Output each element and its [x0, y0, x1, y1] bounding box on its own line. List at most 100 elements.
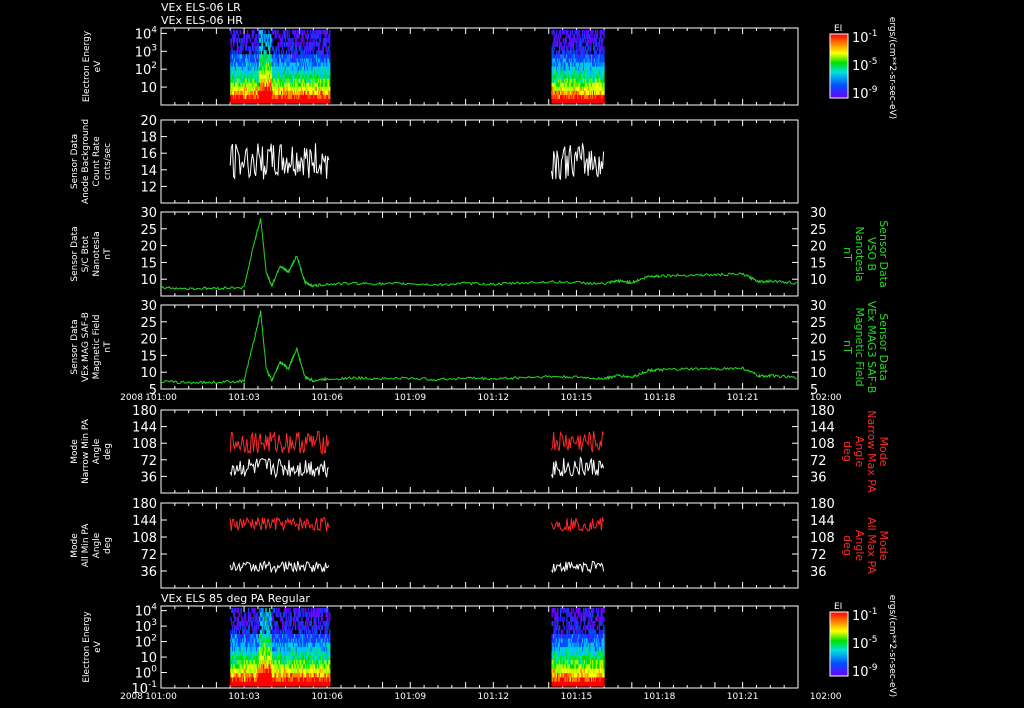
colorbar-label: EI — [834, 24, 842, 34]
heatmap-cell — [278, 629, 280, 635]
y-tick-label: 15 — [140, 256, 157, 271]
heatmap-cell — [595, 38, 598, 43]
y-axis-label-line: Angle — [92, 532, 102, 558]
heatmap-cell — [603, 70, 605, 76]
heatmap-cell — [268, 42, 270, 47]
heatmap-cell — [321, 608, 324, 613]
x-tick-label: 101:09 — [394, 393, 426, 403]
heatmap-cell — [239, 625, 241, 631]
heatmap-cell — [319, 38, 322, 43]
heatmap-cell — [249, 38, 252, 43]
heatmap-cell — [583, 50, 586, 55]
heatmap-cell — [590, 42, 592, 47]
heatmap-cell — [262, 612, 264, 618]
heatmap-cell — [252, 34, 254, 39]
heatmap-cell — [282, 50, 285, 55]
series-line — [551, 143, 605, 180]
heatmap-cell — [233, 621, 235, 626]
panel-frame — [160, 409, 799, 494]
heatmap-cell — [284, 34, 287, 39]
heatmap-cell — [278, 46, 280, 51]
heatmap-cell — [232, 625, 234, 631]
heatmap-cell — [232, 629, 234, 635]
heatmap-cell — [577, 34, 579, 39]
panel-frame — [160, 304, 799, 390]
heatmap-cell — [255, 42, 257, 47]
heatmap-cell — [307, 50, 310, 55]
panel-p2: Sensor DataAnode BackgroundCount Ratecnt… — [70, 114, 799, 204]
heatmap-cell — [590, 38, 592, 43]
heatmap-cell — [312, 50, 314, 55]
y-tick-label: 104 — [135, 25, 158, 42]
heatmap-cell — [563, 46, 565, 51]
heatmap-cell — [275, 629, 277, 635]
y-axis-label-line: All Min PA — [81, 523, 91, 568]
heatmap-cell — [277, 612, 279, 618]
heatmap-cell — [256, 629, 258, 635]
heatmap-cell — [586, 42, 589, 47]
series-line — [229, 457, 329, 479]
heatmap-cell — [265, 50, 267, 55]
heatmap-cell — [253, 616, 255, 622]
heatmap-cell — [553, 34, 555, 39]
heatmap-cell — [277, 625, 279, 631]
heatmap-cell — [231, 46, 233, 51]
heatmap-cell — [233, 42, 235, 47]
heatmap-cell — [576, 50, 578, 55]
heatmap-cell — [275, 625, 277, 631]
heatmap-cell — [281, 629, 283, 635]
heatmap-cell — [240, 612, 242, 618]
heatmap-cell — [329, 62, 331, 67]
heatmap-cell — [552, 50, 554, 55]
heatmap-cell — [573, 34, 576, 39]
heatmap-cell — [237, 625, 240, 631]
heatmap-cell — [234, 34, 237, 39]
heatmap-cell — [263, 46, 265, 51]
heatmap-cell — [316, 38, 318, 43]
heatmap-cell — [321, 616, 324, 622]
y-axis-label-line: Angle — [92, 438, 102, 464]
y-axis-label-line: Sensor Data — [70, 319, 80, 374]
heatmap-cell — [603, 82, 605, 88]
x-tick-label: 101:12 — [478, 393, 510, 403]
heatmap-cell — [299, 46, 301, 51]
heatmap-cell — [559, 34, 562, 39]
series-line — [551, 560, 605, 574]
heatmap-cell — [580, 38, 582, 43]
y-tick-label: 30 — [140, 206, 157, 221]
heatmap-cell — [601, 46, 603, 51]
heatmap-cell — [314, 38, 316, 43]
heatmap-cell — [593, 42, 595, 47]
heatmap-cell — [283, 42, 286, 47]
y-tick-label: 30 — [140, 299, 157, 314]
heatmap-cell — [295, 608, 298, 613]
x-tick-label: 101:03 — [228, 393, 260, 403]
panel-p6: ModeAll Min PAAngledeg ModeAll Max PAAngl… — [70, 497, 890, 589]
heatmap-cell — [281, 46, 284, 51]
y-axis-label-line: Magnetic Field — [92, 315, 102, 380]
heatmap-cell — [595, 50, 598, 55]
heatmap-cell — [300, 608, 302, 613]
series-line — [229, 430, 330, 455]
heatmap-cell — [301, 50, 303, 55]
heatmap-cell — [329, 58, 331, 63]
heatmap-cell — [275, 46, 277, 51]
heatmap-cell — [602, 38, 604, 43]
heatmap-cell — [279, 34, 281, 39]
heatmap-cell — [560, 42, 563, 47]
heatmap-cell — [321, 612, 324, 618]
y-tick-label: 108 — [132, 437, 157, 452]
y-tick-label: 25 — [140, 316, 157, 331]
heatmap-cell — [572, 42, 575, 47]
heatmap-cell — [293, 34, 296, 39]
heatmap-cell — [266, 42, 268, 47]
heatmap-cell — [603, 74, 605, 80]
heatmap-cell — [593, 34, 596, 39]
heatmap-cell — [297, 30, 300, 35]
heatmap-cell — [563, 42, 565, 47]
right-axis-label: ModeAll Max PAAngledeg — [841, 517, 890, 574]
y-axis-label-line: nT — [103, 248, 113, 260]
heatmap-cell — [329, 94, 331, 100]
heatmap-cell — [301, 625, 303, 631]
right-axis-label-line: nT — [841, 340, 854, 354]
